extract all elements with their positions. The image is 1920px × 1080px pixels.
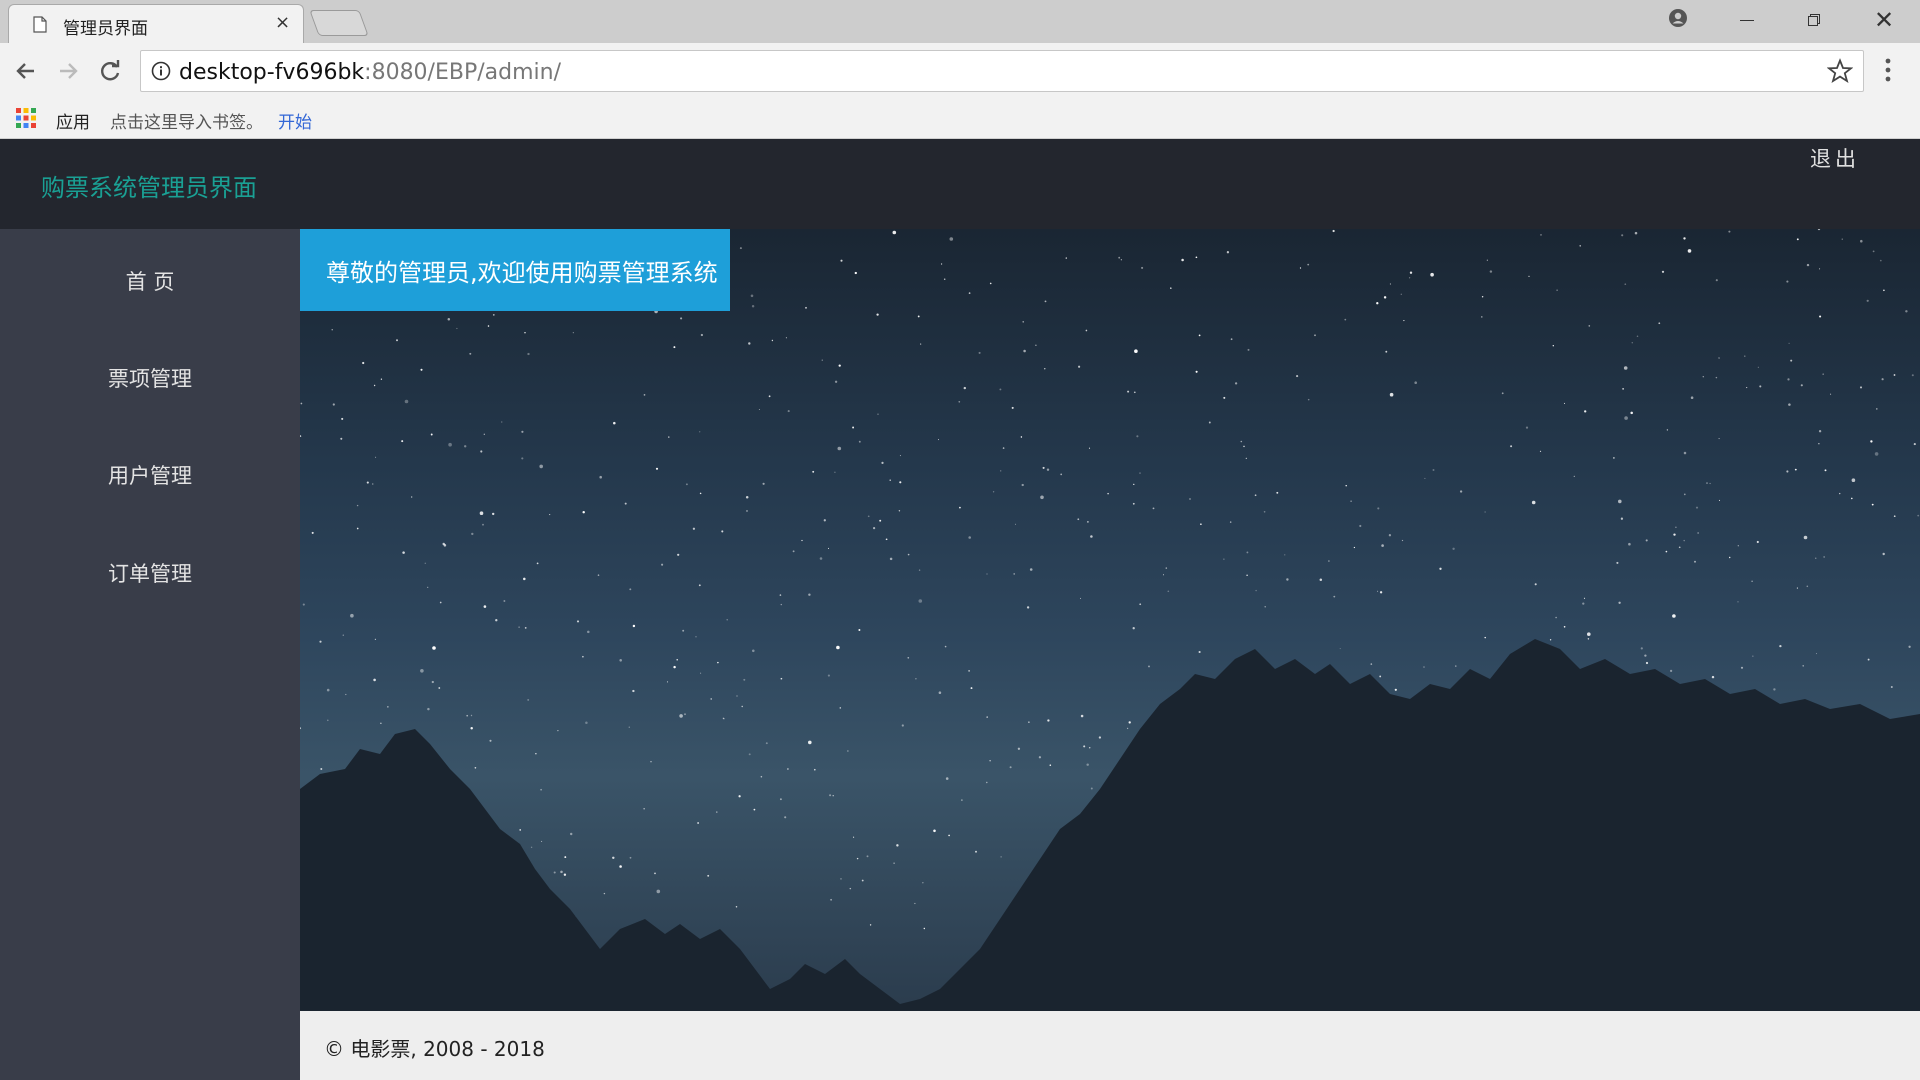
sidebar-item-home[interactable]: 首 页 [0,252,300,312]
kebab-menu-icon[interactable] [1884,57,1892,83]
address-bar[interactable]: desktop-fv696bk:8080/EBP/admin/ [140,50,1864,92]
main-content: 尊敬的管理员,欢迎使用购票管理系统 [300,229,1920,1011]
footer: © 电影票, 2008 - 2018 [300,1011,1920,1080]
bookmark-star-icon[interactable] [1827,58,1853,84]
sidebar: 首 页 票项管理 用户管理 订单管理 [0,229,300,1080]
reload-icon[interactable] [96,57,124,85]
page-icon [33,16,47,33]
url-text[interactable]: desktop-fv696bk:8080/EBP/admin/ [179,60,561,85]
top-header: 购票系统管理员界面 退出 [0,139,1920,229]
welcome-banner: 尊敬的管理员,欢迎使用购票管理系统 [300,229,730,311]
bookmarks-bar: 应用 点击这里导入书签。 开始 [0,99,1920,139]
tab-close-icon[interactable]: × [275,12,290,33]
browser-tab-strip: 管理员界面 × ✕ [0,0,1920,43]
browser-toolbar: desktop-fv696bk:8080/EBP/admin/ 应用 点击这里导… [0,43,1920,139]
new-tab-button[interactable] [309,10,369,36]
browser-tab[interactable]: 管理员界面 × [8,4,304,43]
sidebar-item-orders[interactable]: 订单管理 [0,544,300,604]
forward-arrow-icon[interactable] [54,57,82,85]
starry-sky-background [300,229,1920,1011]
window-close-icon[interactable]: ✕ [1874,6,1894,34]
apps-grid-icon[interactable] [16,108,36,128]
user-profile-icon[interactable] [1668,8,1688,28]
welcome-message: 尊敬的管理员,欢迎使用购票管理系统 [326,259,718,287]
brand-title[interactable]: 购票系统管理员界面 [41,168,257,203]
sidebar-item-tickets[interactable]: 票项管理 [0,349,300,409]
bookmark-import-hint: 点击这里导入书签。 [110,113,263,133]
bookmark-apps[interactable]: 应用 [56,108,90,133]
logout-button[interactable]: 退出 [1810,143,1860,173]
tree-silhouette [300,639,1920,1011]
tab-title: 管理员界面 [63,19,148,39]
site-info-icon[interactable] [151,61,171,81]
restore-icon[interactable] [1808,14,1820,26]
back-arrow-icon[interactable] [12,57,40,85]
bookmark-start-link[interactable]: 开始 [278,108,312,133]
minimize-icon[interactable] [1740,20,1754,21]
sidebar-item-users[interactable]: 用户管理 [0,446,300,506]
admin-page: 购票系统管理员界面 退出 首 页 票项管理 用户管理 订单管理 尊敬的管理员,欢… [0,139,1920,1080]
copyright-text: © 电影票, 2008 - 2018 [324,1037,545,1061]
